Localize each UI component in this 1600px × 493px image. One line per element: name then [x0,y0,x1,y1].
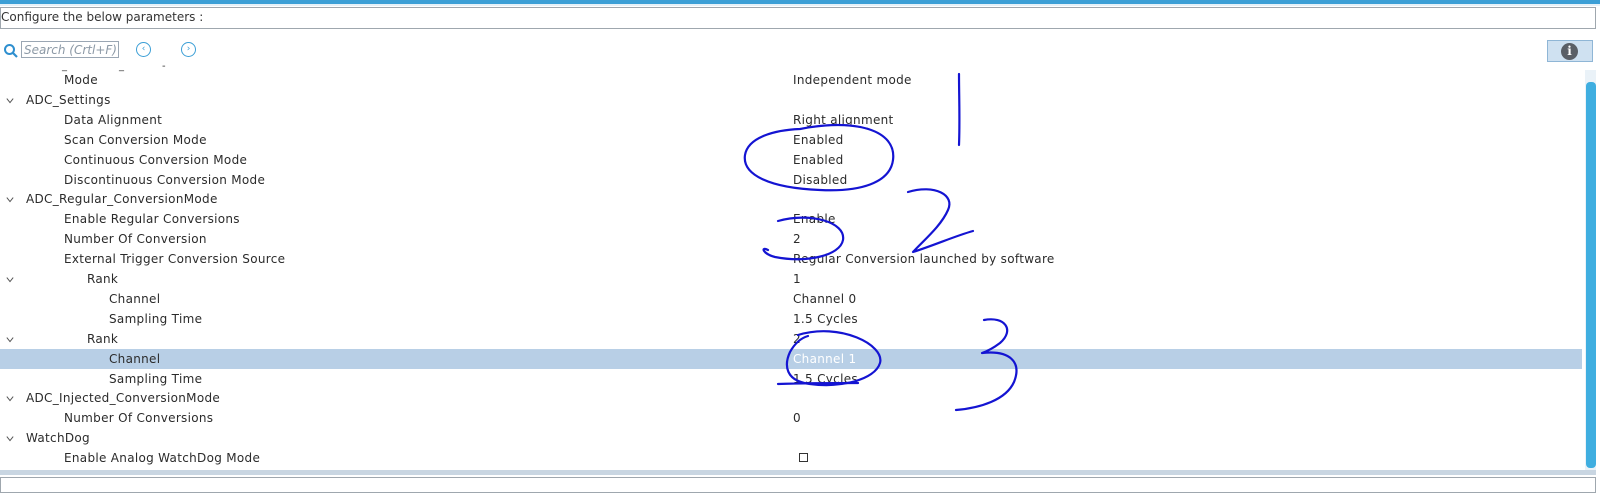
description-panel [0,477,1596,493]
tree-parameter-row[interactable]: External Trigger Conversion Source Regula… [0,249,1582,269]
configure-header: Configure the below parameters : [0,7,1596,29]
parameter-label: Sampling Time [109,309,202,329]
parameter-value[interactable]: Disabled [793,170,848,190]
tree-parameter-row[interactable]: Enable Regular Conversions Enable [0,209,1582,229]
parameter-label: Data Alignment [64,110,162,130]
tree-parameter-row[interactable]: Channel Channel 0 [0,289,1582,309]
parameter-label: Scan Conversion Mode [64,130,207,150]
chevron-down-icon[interactable] [6,276,14,284]
configure-label: Configure the below parameters : [1,10,203,24]
chevron-down-icon[interactable] [6,97,14,105]
parameter-label: External Trigger Conversion Source [64,249,285,269]
tree-parameter-row[interactable]: Continuous Conversion Mode Enabled [0,150,1582,170]
parameter-value[interactable]: Channel 0 [793,289,856,309]
chevron-down-icon[interactable] [6,435,14,443]
parameter-value[interactable]: Channel 1 [793,349,856,369]
parameter-label: Rank [87,269,118,289]
tree-group-row[interactable]: Rank 2 [0,329,1582,349]
tree-parameter-row[interactable]: Mode Independent mode [0,70,1582,90]
tree-parameter-row[interactable]: Number Of Conversion 2 [0,229,1582,249]
tree-group-row[interactable]: Rank 1 [0,269,1582,289]
parameter-label: Channel [109,289,160,309]
tree-group-row[interactable]: ADC_Settings [0,90,1582,110]
parameter-value[interactable]: Regular Conversion launched by software [793,249,1055,269]
search-input[interactable]: Search (Crtl+F) [21,41,119,58]
parameter-label: Enable Regular Conversions [64,209,240,229]
parameter-value[interactable]: 1.5 Cycles [793,309,858,329]
vertical-scrollbar-thumb[interactable] [1586,82,1596,468]
tree-parameter-row[interactable]: Enable Analog WatchDog Mode [0,448,1582,468]
parameter-label: Rank [87,329,118,349]
chevron-down-icon[interactable] [6,196,14,204]
watchdog-checkbox[interactable] [799,453,808,462]
parameter-value[interactable]: 1.5 Cycles [793,369,858,389]
parameter-value[interactable]: 2 [793,329,801,349]
tree-group-row[interactable]: ADC_Regular_ConversionMode [0,189,1582,209]
parameter-value[interactable]: Right alignment [793,110,894,130]
parameter-value[interactable]: 2 [793,229,801,249]
parameter-label: Discontinuous Conversion Mode [64,170,265,190]
parameter-value[interactable]: 0 [793,408,801,428]
tree-group-row[interactable]: ADC_Injected_ConversionMode [0,388,1582,408]
parameter-label: Mode [64,70,98,90]
parameter-value[interactable]: Enable [793,209,836,229]
tree-parameter-row[interactable]: Discontinuous Conversion Mode Disabled [0,170,1582,190]
parameter-label: WatchDog [26,428,90,448]
chevron-right-circle-icon[interactable]: › [181,42,196,57]
chevron-down-icon[interactable] [6,395,14,403]
chevron-down-icon[interactable] [6,336,14,344]
parameter-value[interactable]: Enabled [793,150,844,170]
tree-parameter-row[interactable]: Scan Conversion Mode Enabled [0,130,1582,150]
parameter-label: Sampling Time [109,369,202,389]
parameter-label: Channel [109,349,160,369]
chevron-left-circle-icon[interactable]: ‹ [136,42,151,57]
parameter-value[interactable]: Independent mode [793,70,912,90]
parameter-label: Number Of Conversions [64,408,213,428]
tree-parameter-row[interactable]: Sampling Time 1.5 Cycles [0,369,1582,389]
parameter-label: ADC_Settings [26,90,111,110]
search-toolbar: Search (Crtl+F) ‹ › [0,40,1600,62]
parameter-value[interactable]: 1 [793,269,801,289]
tree-parameter-row[interactable]: Sampling Time 1.5 Cycles [0,309,1582,329]
info-icon: i [1561,43,1578,60]
parameter-value[interactable]: Enabled [793,130,844,150]
search-icon[interactable] [3,43,19,59]
info-button[interactable]: i [1547,40,1593,62]
top-accent-bar-shadow [0,4,1600,6]
parameter-label: Enable Analog WatchDog Mode [64,448,260,468]
tree-parameter-row[interactable]: Channel Channel 1 [0,349,1582,369]
parameter-label: Continuous Conversion Mode [64,150,247,170]
tree-group-row[interactable]: WatchDog [0,428,1582,448]
parameter-label: Number Of Conversion [64,229,207,249]
tree-parameter-row[interactable]: Data Alignment Right alignment [0,110,1582,130]
tree-parameter-row[interactable]: Number Of Conversions 0 [0,408,1582,428]
pane-splitter[interactable] [0,470,1596,475]
parameter-label: ADC_Injected_ConversionMode [26,388,220,408]
parameter-label: ADC_Regular_ConversionMode [26,189,218,209]
